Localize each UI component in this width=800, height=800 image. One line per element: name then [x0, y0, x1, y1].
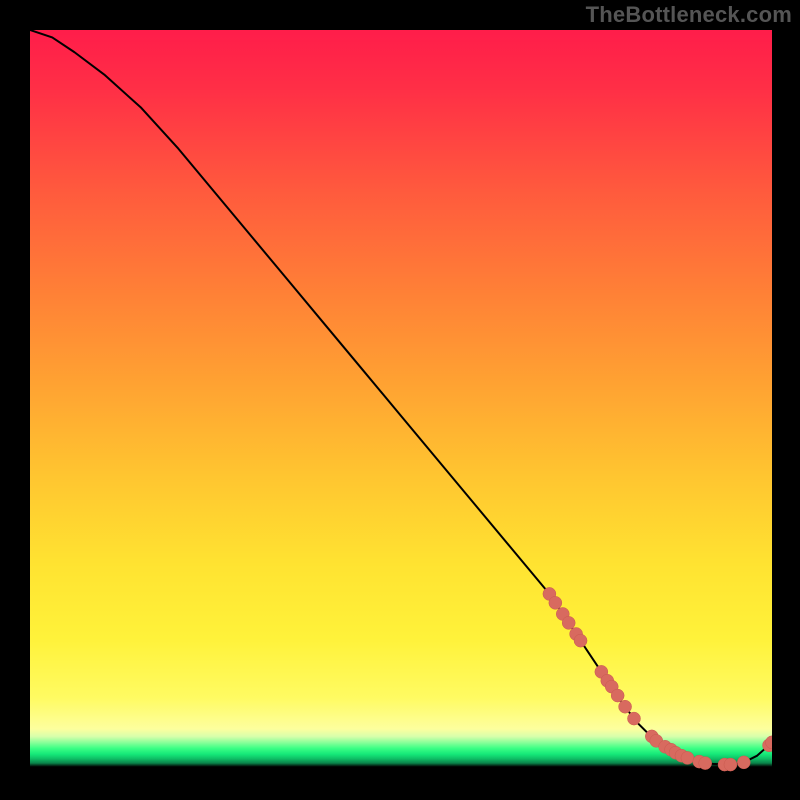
chart-plot-area: [30, 30, 772, 772]
chart-marker: [549, 596, 562, 609]
chart-marker-group: [543, 587, 772, 771]
chart-marker: [619, 700, 632, 713]
chart-marker: [562, 616, 575, 629]
chart-series-curve: [30, 30, 772, 765]
chart-marker: [574, 634, 587, 647]
chart-svg: [30, 30, 772, 772]
chart-marker: [681, 751, 694, 764]
watermark-text: TheBottleneck.com: [586, 2, 792, 28]
chart-marker: [627, 712, 640, 725]
chart-marker: [611, 689, 624, 702]
chart-marker: [724, 758, 737, 771]
chart-marker: [737, 756, 750, 769]
chart-marker: [699, 757, 712, 770]
